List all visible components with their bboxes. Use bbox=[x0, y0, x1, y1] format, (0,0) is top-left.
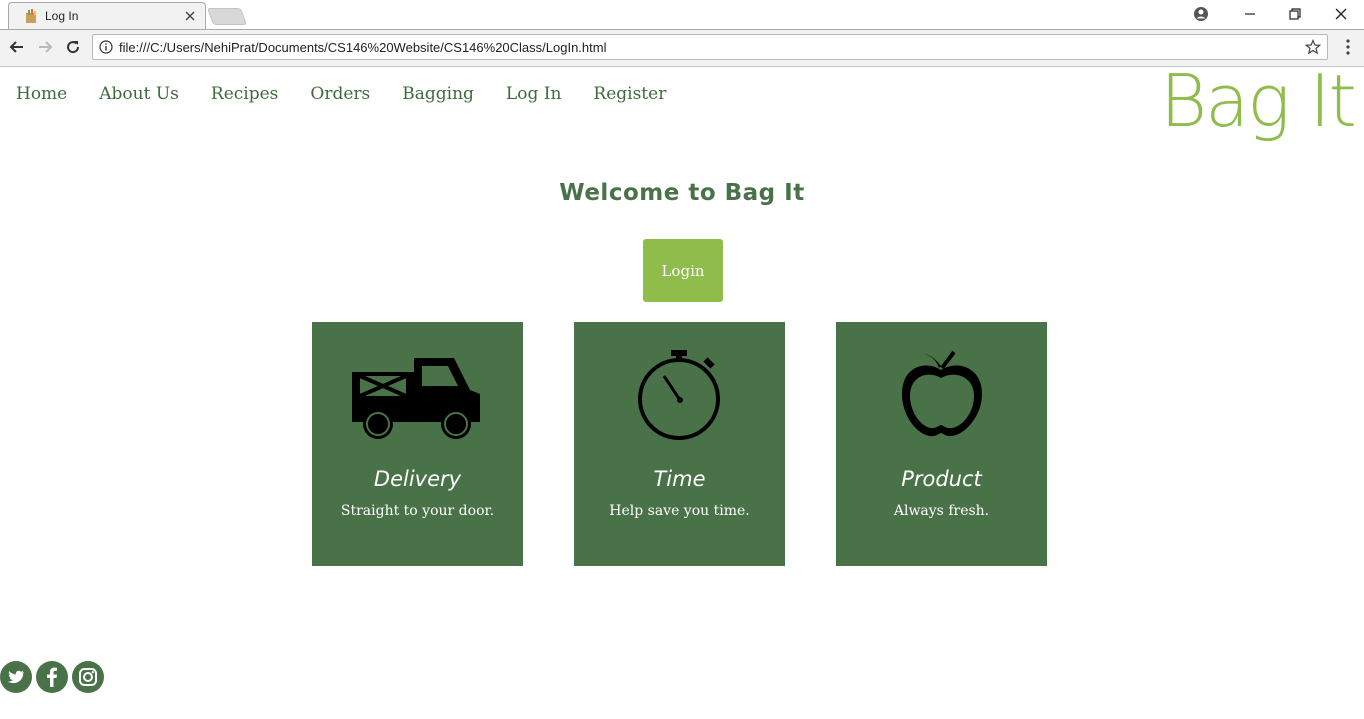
browser-menu-icon[interactable] bbox=[1340, 38, 1356, 56]
nav-orders[interactable]: Orders bbox=[310, 84, 370, 104]
url-text: file:///C:/Users/NehiPrat/Documents/CS14… bbox=[119, 40, 607, 55]
card-description: Straight to your door. bbox=[340, 503, 495, 519]
tab-title: Log In bbox=[45, 9, 79, 23]
card-description: Always fresh. bbox=[893, 503, 990, 519]
browser-tab[interactable]: Log In bbox=[8, 2, 206, 29]
feature-card-product: Product Always fresh. bbox=[836, 322, 1047, 566]
bag-it-logo[interactable]: Bag It bbox=[1160, 59, 1357, 143]
twitter-icon bbox=[7, 670, 25, 684]
twitter-link[interactable] bbox=[0, 661, 32, 693]
address-bar[interactable]: file:///C:/Users/NehiPrat/Documents/CS14… bbox=[92, 34, 1328, 60]
nav-home[interactable]: Home bbox=[16, 84, 67, 104]
nav-log-in[interactable]: Log In bbox=[506, 84, 561, 104]
facebook-icon bbox=[47, 667, 57, 687]
minimize-icon[interactable] bbox=[1242, 6, 1258, 22]
login-button[interactable]: Login bbox=[643, 239, 723, 302]
apple-icon bbox=[902, 350, 982, 437]
restore-icon[interactable] bbox=[1287, 6, 1303, 22]
profile-icon[interactable] bbox=[1193, 6, 1209, 22]
page-title: Welcome to Bag It bbox=[559, 180, 805, 206]
info-icon[interactable] bbox=[99, 40, 113, 54]
card-title: Time bbox=[653, 467, 706, 491]
nav-bagging[interactable]: Bagging bbox=[402, 84, 474, 104]
feature-card-time: Time Help save you time. bbox=[574, 322, 785, 566]
tab-close-icon[interactable] bbox=[183, 9, 197, 23]
stopwatch-icon bbox=[638, 350, 720, 440]
card-title: Delivery bbox=[373, 467, 462, 491]
nav-about-us[interactable]: About Us bbox=[99, 84, 179, 104]
browser-tabstrip: Log In bbox=[0, 0, 1364, 30]
close-window-icon[interactable] bbox=[1333, 6, 1349, 22]
bookmark-star-icon[interactable] bbox=[1305, 39, 1321, 55]
nav-recipes[interactable]: Recipes bbox=[211, 84, 279, 104]
facebook-link[interactable] bbox=[36, 661, 68, 693]
page-content: Home About Us Recipes Orders Bagging Log… bbox=[0, 59, 1364, 719]
grocery-bag-favicon-icon bbox=[26, 9, 36, 23]
card-title: Product bbox=[901, 467, 982, 491]
feature-card-delivery: Delivery Straight to your door. bbox=[312, 322, 523, 566]
instagram-link[interactable] bbox=[72, 661, 104, 693]
reload-icon[interactable] bbox=[64, 38, 82, 56]
forward-arrow-icon[interactable] bbox=[36, 38, 54, 56]
new-tab-button[interactable] bbox=[206, 8, 248, 25]
instagram-icon bbox=[79, 668, 97, 686]
truck-icon bbox=[352, 358, 480, 439]
nav-register[interactable]: Register bbox=[593, 84, 666, 104]
main-nav: Home About Us Recipes Orders Bagging Log… bbox=[16, 84, 698, 104]
back-arrow-icon[interactable] bbox=[8, 38, 26, 56]
card-description: Help save you time. bbox=[609, 503, 750, 519]
